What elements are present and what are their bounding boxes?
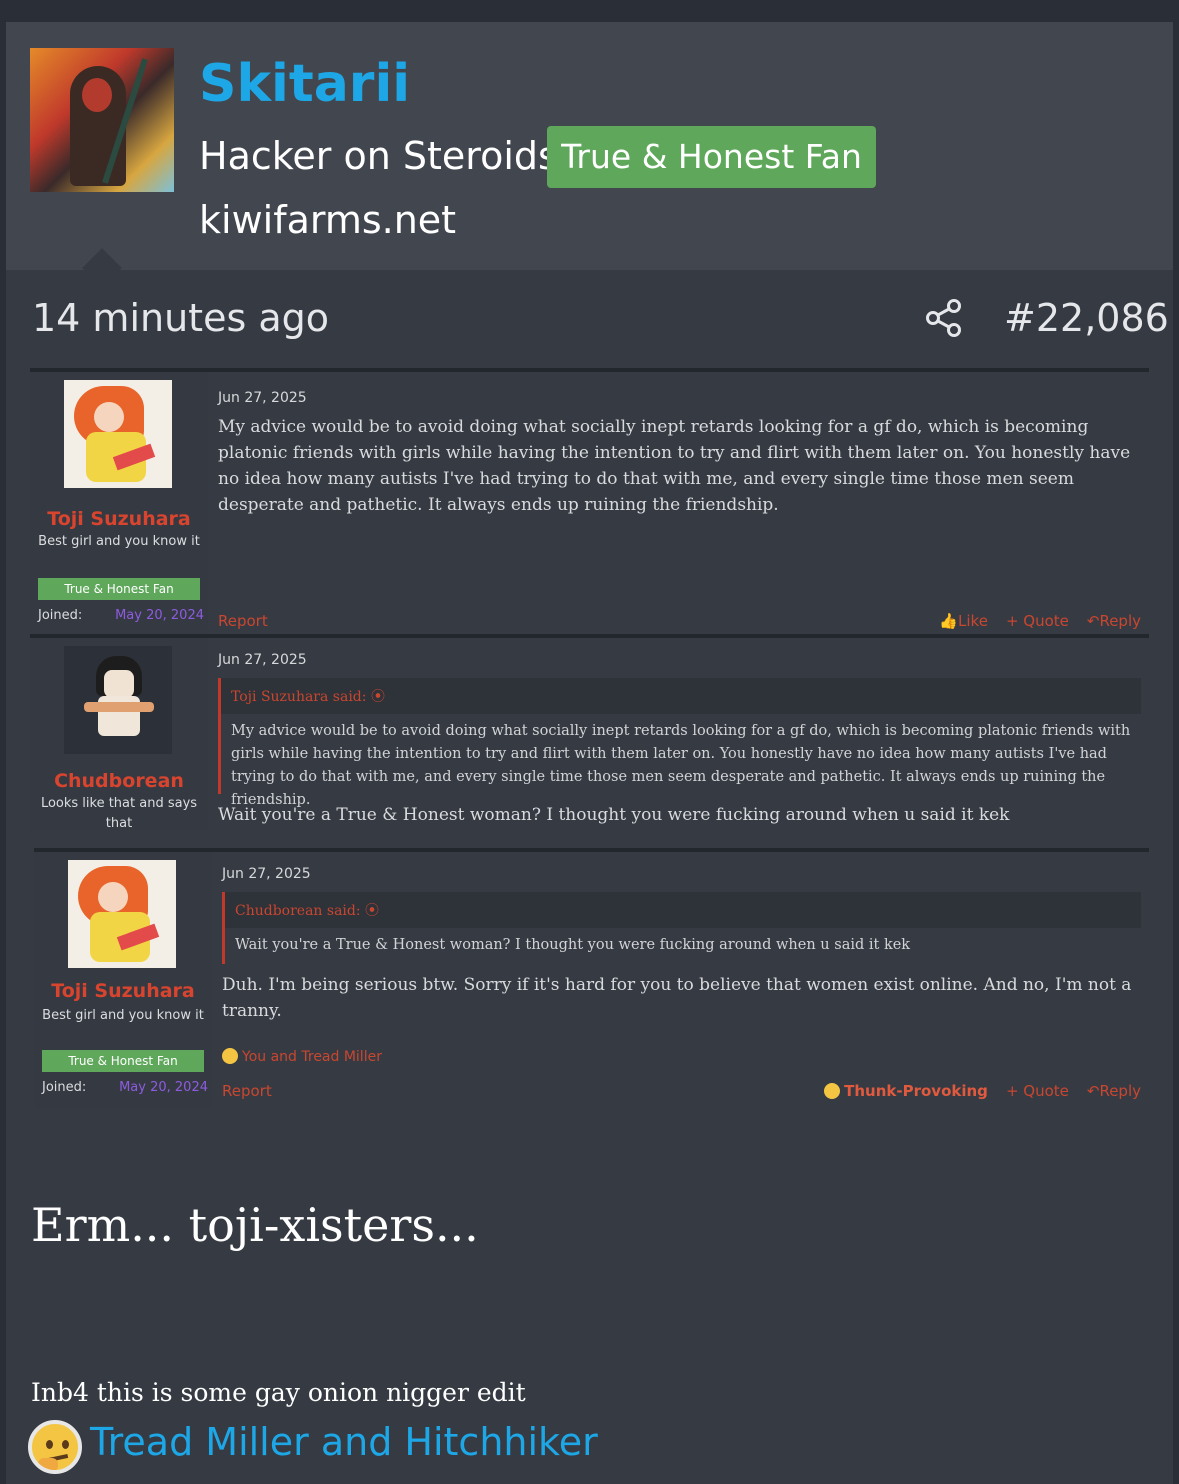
post-actions: 👍Like + Quote ↶Reply — [939, 612, 1141, 630]
reply-icon: ↶ — [1086, 1082, 1100, 1100]
reply-icon: ↶ — [1086, 612, 1100, 630]
joined-label: Joined: — [42, 1080, 87, 1095]
quote-block: Toji Suzuhara said: ⦿ My advice would be… — [218, 678, 1141, 808]
post-text: Wait you're a True & Honest woman? I tho… — [218, 805, 1010, 825]
post-date: Jun 27, 2025 — [218, 652, 307, 668]
poster-title: Best girl and you know it — [42, 1008, 204, 1023]
share-icon[interactable] — [924, 298, 964, 338]
reactions-bar: You and Tread Miller — [222, 1048, 382, 1065]
reaction-names[interactable]: Tread Miller and Hitchhiker — [90, 1420, 598, 1464]
post-content: Jun 27, 2025 Chudborean said: ⦿ Wait you… — [212, 852, 1149, 1108]
post-content: Jun 27, 2025 My advice would be to avoid… — [208, 372, 1149, 630]
poster-badge: True & Honest Fan — [38, 578, 200, 600]
poster-badge: True & Honest Fan — [42, 1050, 204, 1072]
thinking-emoji-icon — [222, 1048, 238, 1064]
thinking-emoji-icon[interactable] — [28, 1420, 82, 1474]
avatar — [68, 860, 176, 968]
post-time[interactable]: 14 minutes ago — [32, 296, 329, 340]
post-text: My advice would be to avoid doing what s… — [218, 417, 1131, 515]
quote-action: + Quote — [1005, 1082, 1069, 1100]
report-link: Report — [218, 612, 268, 630]
post-header: Skitarii Hacker on Steroids True & Hones… — [6, 22, 1173, 270]
post-text: Duh. I'm being serious btw. Sorry if it'… — [222, 975, 1132, 1021]
like-action: 👍Like — [939, 612, 988, 630]
poster-name: Toji Suzuhara — [47, 508, 191, 530]
joined-date: May 20, 2024 — [115, 608, 204, 623]
post-body-text: Inb4 this is some gay onion nigger edit — [31, 1378, 526, 1407]
site-name: kiwifarms.net — [199, 198, 457, 242]
post-sidebar: Toji Suzuhara Best girl and you know it … — [30, 372, 208, 630]
author-title: Hacker on Steroids — [199, 134, 558, 178]
post-sidebar: Chudborean Looks like that and says that — [30, 638, 208, 831]
author-username[interactable]: Skitarii — [199, 54, 410, 114]
poster-name: Toji Suzuhara — [51, 980, 195, 1002]
avatar — [64, 380, 172, 488]
thinking-emoji-icon — [824, 1083, 841, 1099]
reply-action: ↶Reply — [1086, 612, 1141, 630]
post-container: Skitarii Hacker on Steroids True & Hones… — [6, 22, 1173, 1484]
author-badge: True & Honest Fan — [547, 126, 876, 188]
author-avatar[interactable] — [30, 48, 174, 192]
post-sidebar: Toji Suzuhara Best girl and you know it … — [34, 852, 212, 1108]
embedded-post: Chudborean Looks like that and says that… — [30, 634, 1149, 831]
avatar — [64, 646, 172, 754]
quote-body: My advice would be to avoid doing what s… — [221, 714, 1141, 808]
embedded-post: Toji Suzuhara Best girl and you know it … — [34, 848, 1149, 1108]
reply-action: ↶Reply — [1086, 1082, 1141, 1100]
quote-block: Chudborean said: ⦿ Wait you're a True & … — [222, 892, 1141, 964]
post-date: Jun 27, 2025 — [222, 866, 311, 882]
embedded-post: Toji Suzuhara Best girl and you know it … — [30, 368, 1149, 630]
thunk-action: Thunk-Provoking — [824, 1082, 988, 1100]
joined-label: Joined: — [38, 608, 83, 623]
poster-title: Best girl and you know it — [38, 534, 200, 549]
post-number[interactable]: #22,086 — [1004, 296, 1169, 340]
quote-body: Wait you're a True & Honest woman? I tho… — [225, 928, 1141, 964]
report-link: Report — [222, 1082, 272, 1100]
poster-name: Chudborean — [54, 770, 184, 792]
thumbs-up-icon: 👍 — [939, 612, 959, 630]
post-body-heading: Erm... toji-xisters... — [31, 1198, 479, 1252]
post-actions: Thunk-Provoking + Quote ↶Reply — [824, 1082, 1141, 1100]
quote-header: Toji Suzuhara said: ⦿ — [231, 689, 385, 705]
poster-title: Looks like that and says that — [40, 796, 198, 831]
quote-action: + Quote — [1005, 612, 1069, 630]
post-date: Jun 27, 2025 — [218, 390, 307, 406]
joined-date: May 20, 2024 — [119, 1080, 208, 1095]
quote-header: Chudborean said: ⦿ — [235, 903, 380, 919]
post-content: Jun 27, 2025 Toji Suzuhara said: ⦿ My ad… — [208, 638, 1149, 830]
